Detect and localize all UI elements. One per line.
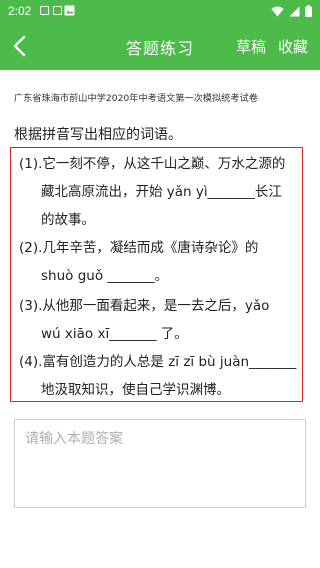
question-line: (1).它一刻不停，从这千山之巅、万水之源的	[19, 150, 299, 178]
status-time: 2:02	[8, 4, 32, 18]
question-number: (3).	[19, 298, 43, 314]
battery-icon	[305, 5, 312, 17]
question-text: 地汲取知识，使自己学识渊博。	[41, 382, 230, 398]
question-text: 富有创造力的人总是 zī zī bù juàn_______	[42, 354, 297, 370]
question-instruction: 根据拼音写出相应的词语。	[14, 127, 182, 143]
question-source: 广东省珠海市前山中学2020年中考语文第一次模拟统考试卷	[14, 93, 258, 104]
question-text: shuò guǒ _______。	[41, 268, 169, 284]
question-line: (2).几年辛苦，凝结而成《唐诗杂论》的	[19, 234, 299, 262]
favorite-button[interactable]: 收藏	[278, 36, 308, 57]
question-text: 它一刻不停，从这千山之巅、万水之源的	[42, 156, 286, 172]
question-box: (1).它一刻不停，从这千山之巅、万水之源的 藏北高原流出，开始 yǎn yì_…	[10, 147, 303, 402]
back-button[interactable]	[6, 32, 36, 60]
question-line: (3).从他那一面看起来，是一去之后，yǎo	[19, 292, 299, 320]
question-text: 从他那一面看起来，是一去之后，yǎo	[42, 298, 270, 314]
question-text: wú xiāo xī_______ 了。	[41, 326, 188, 342]
draft-button[interactable]: 草稿	[236, 36, 266, 57]
notification-square-icon	[53, 6, 62, 15]
question-text: 的故事。	[41, 212, 95, 228]
question-number: (1).	[19, 156, 43, 172]
wifi-icon	[271, 6, 284, 16]
status-bar: 2:02	[0, 0, 320, 22]
question-text: 藏北高原流出，开始 yǎn yì_______长江	[41, 184, 282, 200]
gallery-icon	[64, 5, 75, 16]
signal-icon	[289, 6, 300, 16]
question-item-2: (2).几年辛苦，凝结而成《唐诗杂论》的 shuò guǒ _______。	[19, 234, 299, 290]
question-number: (4).	[19, 354, 43, 370]
answer-input[interactable]	[14, 419, 306, 508]
question-text: 几年辛苦，凝结而成《唐诗杂论》的	[42, 240, 259, 256]
question-line: (4).富有创造力的人总是 zī zī bù juàn_______	[19, 348, 299, 376]
app-bar: 答题练习 草稿 收藏	[0, 22, 320, 70]
question-item-4: (4).富有创造力的人总是 zī zī bù juàn_______ 地汲取知识…	[19, 348, 299, 404]
question-item-1: (1).它一刻不停，从这千山之巅、万水之源的 藏北高原流出，开始 yǎn yì_…	[19, 150, 299, 234]
chevron-left-icon	[13, 35, 26, 57]
page-title: 答题练习	[125, 39, 194, 58]
notification-square-icon	[40, 6, 49, 15]
question-item-3: (3).从他那一面看起来，是一去之后，yǎo wú xiāo xī_______…	[19, 292, 299, 348]
question-number: (2).	[19, 240, 43, 256]
